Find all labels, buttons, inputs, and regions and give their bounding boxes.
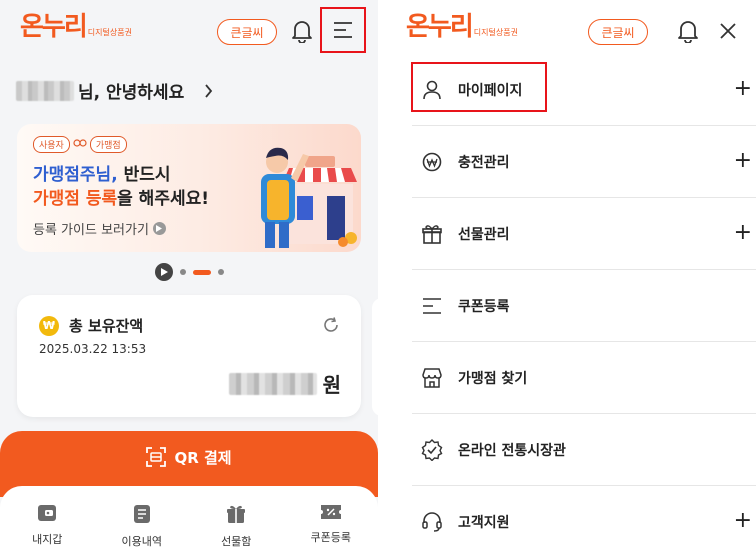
won-coin-icon: ₩: [39, 315, 59, 336]
wallet-icon: [37, 504, 57, 525]
large-font-button[interactable]: 큰글씨: [217, 19, 277, 45]
balance-title: ₩ 총 보유잔액: [39, 315, 143, 336]
balance-timestamp: 2025.03.22 13:53: [39, 342, 147, 356]
onnuri-logo[interactable]: 온누리 디지털상품권: [20, 14, 132, 40]
logo-subtext: 디지털상품권: [87, 28, 132, 37]
promo-banner[interactable]: 사용자 가맹점 가맹점주님, 반드시 가맹점 등록을 해주세요! 등록 가이드 …: [17, 124, 361, 252]
banner-tags: 사용자 가맹점: [33, 136, 127, 153]
currency-unit: 원: [322, 373, 341, 397]
carousel-dot[interactable]: [218, 269, 224, 275]
next-card-peek: [372, 298, 378, 416]
store-tag: 가맹점: [89, 136, 127, 153]
menu-item-coupon[interactable]: 쿠폰등록: [412, 270, 756, 342]
gift-box-icon: [226, 504, 246, 527]
plus-icon[interactable]: +: [734, 222, 752, 244]
logo-text: 온누리: [20, 12, 88, 42]
menu-item-charge[interactable]: 충전관리 +: [412, 126, 756, 198]
bell-icon[interactable]: [288, 17, 316, 45]
menu-item-support[interactable]: 고객지원 +: [412, 486, 756, 558]
bottom-navigation: 내지갑 이용내역 선물함 쿠폰등록: [0, 486, 378, 559]
mypage-highlight: [411, 62, 547, 112]
store-icon: [420, 366, 444, 390]
banner-headline-2: 가맹점 등록을 해주세요!: [33, 189, 209, 209]
menu-item-online-market[interactable]: 온라인 전통시장관: [412, 414, 756, 486]
menu-item-gift[interactable]: 선물관리 +: [412, 198, 756, 270]
carousel-dot-active[interactable]: [193, 269, 211, 275]
user-tag: 사용자: [33, 136, 70, 153]
receipt-icon: [133, 504, 151, 527]
carousel-dot[interactable]: [180, 269, 186, 275]
balance-amount: 원: [228, 369, 341, 398]
home-screen: 온누리 디지털상품권 큰글씨 님, 안녕하세요 사용자 가맹점 가맹점주님, 반…: [0, 0, 378, 559]
refresh-icon[interactable]: [321, 315, 341, 335]
qr-payment-label: QR 결제: [174, 449, 232, 467]
onnuri-logo[interactable]: 온누리 디지털상품권: [406, 14, 518, 40]
nav-wallet[interactable]: 내지갑: [7, 504, 87, 559]
bell-icon[interactable]: [674, 17, 702, 45]
chevron-right-icon: [204, 83, 213, 98]
play-circle-icon: [152, 222, 166, 235]
headset-icon: [420, 510, 444, 534]
coupon-icon: [320, 504, 342, 523]
carousel-indicator: [155, 263, 224, 281]
link-icon: [73, 139, 87, 150]
plus-icon[interactable]: +: [734, 510, 752, 532]
nav-coupon[interactable]: 쿠폰등록: [291, 504, 371, 559]
logo-text: 온누리: [406, 12, 474, 42]
side-menu-screen: 온누리 디지털상품권 큰글씨 마이페이지 + 충전관리 + 선물관리 + 쿠폰등…: [396, 0, 756, 559]
large-font-button[interactable]: 큰글씨: [588, 19, 648, 45]
gift-icon: [420, 222, 444, 246]
masked-amount: [228, 372, 317, 395]
banner-headline-1: 가맹점주님, 반드시: [33, 165, 171, 185]
coupon-list-icon: [420, 294, 444, 318]
nav-history[interactable]: 이용내역: [102, 504, 182, 559]
shop-owner-illustration: [239, 134, 361, 252]
plus-icon[interactable]: +: [734, 150, 752, 172]
close-icon[interactable]: [714, 17, 742, 45]
menu-item-find-store[interactable]: 가맹점 찾기: [412, 342, 756, 414]
greeting[interactable]: 님, 안녕하세요: [16, 78, 213, 103]
menu-button-highlight: [320, 7, 366, 53]
badge-check-icon: [420, 438, 444, 462]
play-icon[interactable]: [155, 263, 173, 281]
qr-scan-icon: [146, 447, 167, 467]
greeting-text: 님, 안녕하세요: [78, 83, 185, 103]
register-guide-link[interactable]: 등록 가이드 보러가기: [33, 219, 166, 238]
won-coin-icon: [420, 150, 444, 174]
nav-giftbox[interactable]: 선물함: [196, 504, 276, 559]
balance-card[interactable]: ₩ 총 보유잔액 2025.03.22 13:53 원: [17, 295, 361, 417]
logo-subtext: 디지털상품권: [473, 28, 518, 37]
masked-username: [16, 80, 74, 101]
plus-icon[interactable]: +: [734, 78, 752, 100]
